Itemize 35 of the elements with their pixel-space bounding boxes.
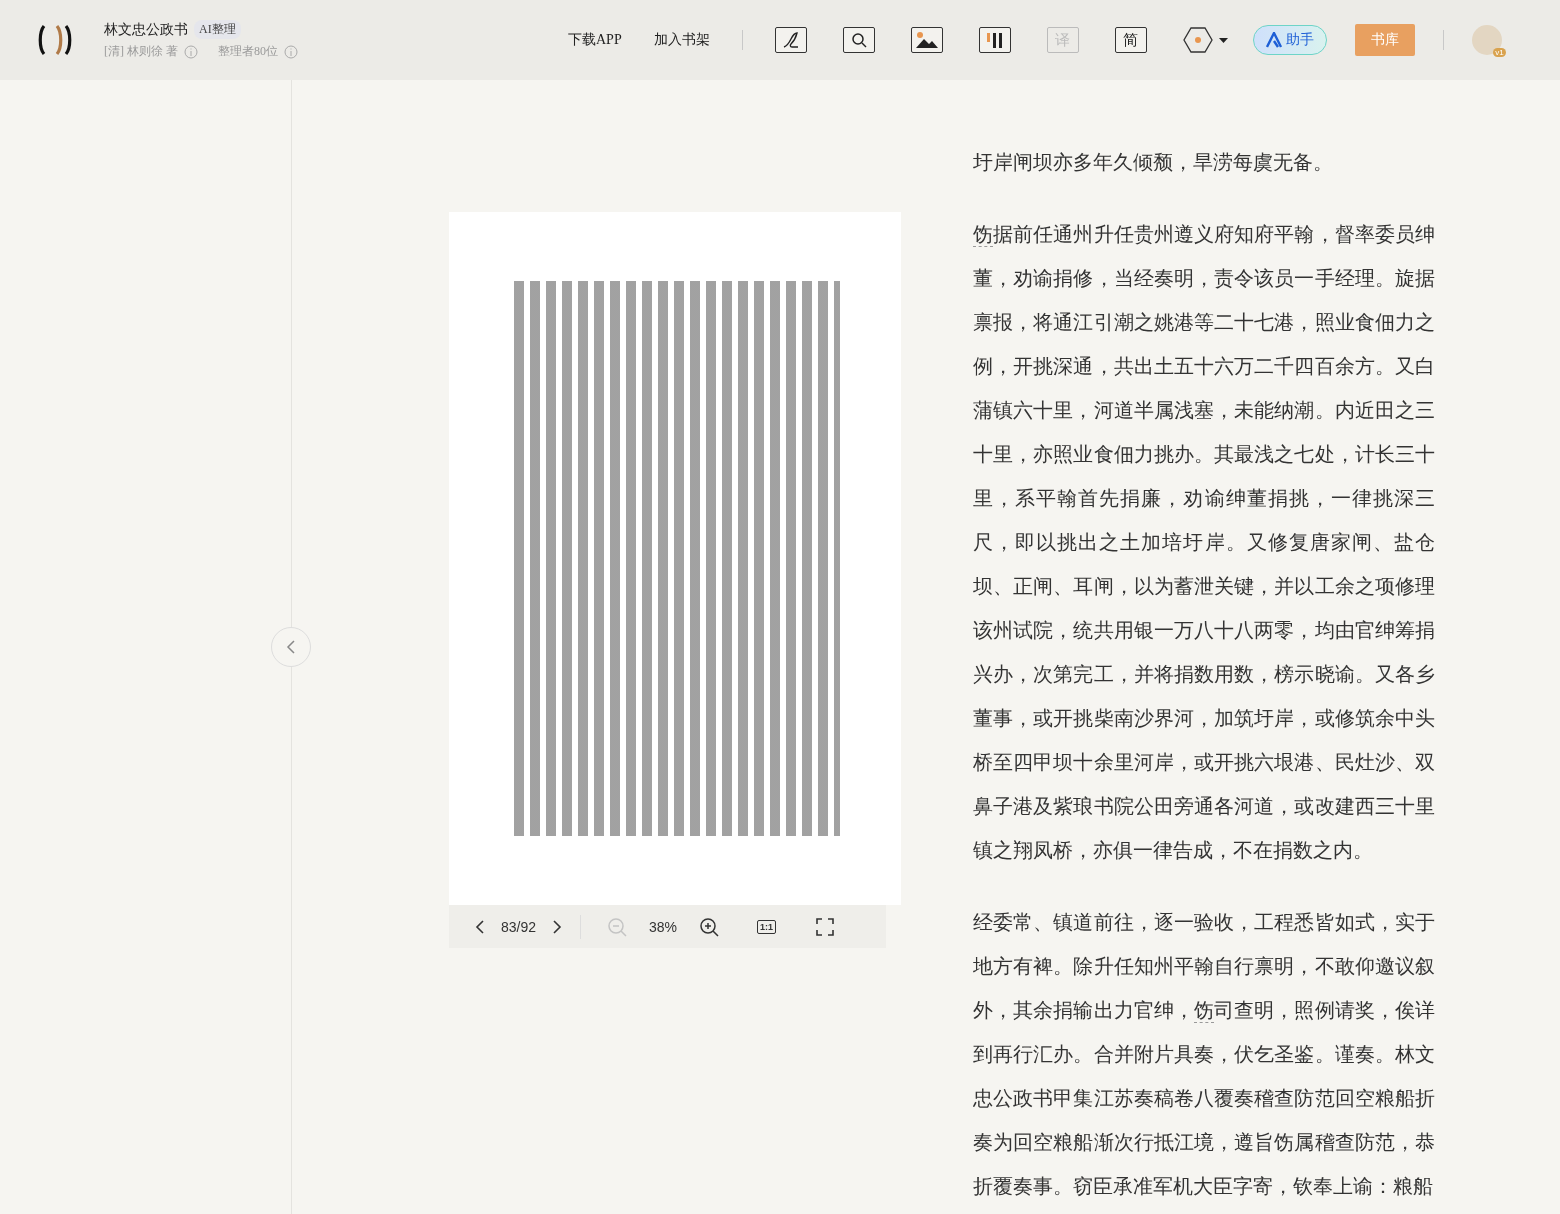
- info-icon: [184, 44, 198, 59]
- search-icon: [850, 32, 867, 48]
- columns-button[interactable]: [978, 27, 1011, 53]
- annotated-term-link[interactable]: 饬: [973, 223, 994, 247]
- actual-size-button[interactable]: 1:1: [757, 919, 777, 934]
- search-button[interactable]: [842, 27, 875, 53]
- zoom-out-icon: [607, 916, 628, 937]
- book-title: 林文忠公政书: [104, 20, 188, 39]
- assistant-logo-icon: [1265, 32, 1284, 48]
- bookshelf-link[interactable]: 加入书架: [653, 31, 710, 49]
- chevron-left-icon: [286, 639, 296, 655]
- columns-icon: [984, 31, 1005, 49]
- paragraph: 经委常、镇道前往，逐一验收，工程悉皆如式，实于地方有裨。除升任知州平翰自行禀明，不敢仰邀议叙外，其余捐输出力官绅，饬司查明，照例请奖，俟详到再行汇办。合并附片具奏，伏乞圣鉴。谨奏。林文忠公政书甲集江苏奏稿卷八覆奏稽查防范回空粮船折奏为回空粮船渐次行抵江境，遵旨饬属稽查防范，恭折覆奏事。窃臣承准军机大臣字寄，钦奉上谕：粮船: [973, 910, 1435, 1200]
- contributors-text: 整理者80位: [218, 43, 278, 60]
- info-icon: [284, 44, 298, 59]
- zoom-in-icon: [699, 916, 720, 937]
- annotated-term-link[interactable]: 饬: [1194, 999, 1215, 1023]
- ai-badge: AI整理: [194, 20, 241, 39]
- assistant-button[interactable]: 助手: [1252, 25, 1327, 55]
- theme-button[interactable]: [1182, 26, 1229, 54]
- hexagon-dropdown-icon: [1182, 26, 1229, 54]
- paragraph: 圩岸闸坝亦多年久倾颓，旱涝每虞无备。: [973, 150, 1334, 176]
- author-text: [清] 林则徐 著: [104, 43, 178, 60]
- note-button[interactable]: [774, 27, 807, 53]
- page-counter: 83/92: [501, 918, 537, 935]
- download-app-link[interactable]: 下载APP: [568, 31, 622, 49]
- image-icon: [914, 31, 939, 49]
- image-button[interactable]: [910, 27, 943, 53]
- chevron-left-icon: [475, 918, 485, 935]
- zoom-level: 38%: [649, 918, 678, 935]
- fullscreen-icon: [816, 917, 835, 936]
- chevron-right-icon: [552, 918, 563, 935]
- paragraph: 饬据前任通州升任贵州遵义府知府平翰，督率委员绅董，劝谕捐修，当经奏明，责令该员一手经理。旋据禀报，将通江引潮之姚港等二十七港，照业食佃力之例，开挑深通，共出土五十六万二千四百余方。又白蒲镇六十里，河道半属浅塞，未能纳潮。内近田之三十里，亦照业食佃力挑办。其最浅之七处，计长三十里，系平翰首先捐廉，劝谕绅董捐挑，一律挑深三尺，即以挑出之土加培圩岸。又修复唐家闸、盐仓坝、正闸、耳闸，以为蓄泄关键，并以工余之项修理该州试院，统共用银一万八十八两零，均由官绅筹捐兴办，次第完工，并将捐数用数，榜示晓谕。又各乡董事，或开挑柴南沙界河，加筑圩岸，或修筑余中头桥至四甲坝十余里河岸，或开挑六垠港、民灶沙、双鼻子港及紫琅书院公田旁通各河道，或改建西三十里镇之翔凤桥，亦俱一律告成，不在捐数之内。: [973, 222, 1435, 864]
- level-badge: v1: [1493, 48, 1506, 57]
- script-toggle-button[interactable]: 简: [1114, 27, 1147, 53]
